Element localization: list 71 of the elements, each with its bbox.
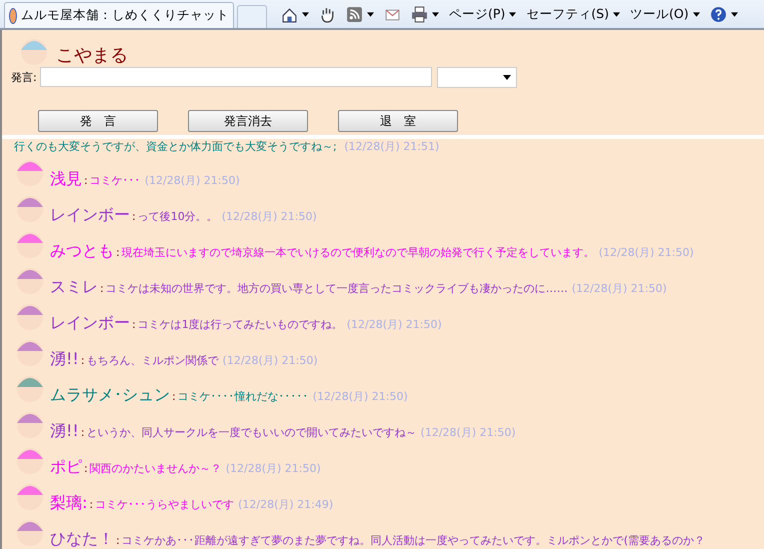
timestamp: (12/28(月) 21:51)	[344, 140, 440, 153]
message-text: コミケは未知の世界です。地方の買い専として一度言ったコミックライブも凄かったのに……	[106, 281, 568, 297]
message-text: コミケ･･･うらやましいです	[95, 497, 234, 513]
caret-icon[interactable]	[367, 12, 374, 16]
timestamp: (12/28(月) 21:50)	[222, 353, 318, 369]
color-dropdown[interactable]	[436, 66, 517, 88]
message-text: コミケ････憧れだな･････	[178, 389, 309, 405]
user-name: ポピ	[50, 457, 82, 477]
home-icon[interactable]	[281, 6, 298, 22]
toolbar-menu[interactable]: ページ(P)	[449, 6, 516, 22]
caret-icon	[509, 12, 516, 16]
timestamp: (12/28(月) 21:50)	[572, 281, 667, 297]
timestamp: (12/28(月) 21:50)	[346, 317, 442, 333]
user-name: ムラサメ･シュン	[50, 385, 170, 405]
user-name: みつとも	[50, 241, 114, 261]
colon-separator: :	[172, 389, 176, 405]
user-name: 梨璃:	[50, 493, 88, 513]
timestamp: (12/28(月) 21:50)	[420, 425, 516, 441]
colon-separator: :	[116, 533, 120, 549]
caret-icon[interactable]	[302, 12, 309, 16]
colon-separator: :	[100, 281, 104, 297]
user-name: 湧!!	[50, 349, 79, 369]
caret-icon[interactable]	[432, 12, 439, 16]
colon-separator: :	[80, 425, 85, 441]
timestamp: (12/28(月) 21:50)	[312, 389, 408, 405]
colon-separator: :	[84, 173, 88, 189]
message-text: もちろん、ミルポン関係で	[86, 353, 219, 369]
timestamp: (12/28(月) 21:49)	[238, 497, 334, 513]
user-name: 浅見	[50, 169, 82, 189]
help-icon[interactable]	[710, 6, 727, 22]
browser-tab[interactable]: ムルモ屋本舗：しめくくりチャット	[4, 2, 234, 28]
user-name: レインボー	[50, 313, 130, 333]
tab-title: ムルモ屋本舗：しめくくりチャット	[21, 7, 229, 24]
chat-button[interactable]: 退 室	[338, 110, 458, 132]
chat-button[interactable]: 発 言	[38, 110, 158, 132]
message-text: コミケ･･･	[90, 173, 141, 189]
timestamp: (12/28(月) 21:50)	[226, 461, 321, 477]
colon-separator: :	[116, 245, 120, 261]
colon-separator: :	[89, 497, 94, 513]
toolbar-menu[interactable]: セーフティ(S)	[526, 6, 620, 22]
rss-icon[interactable]	[346, 6, 363, 22]
chat-button[interactable]: 発言消去	[188, 110, 308, 132]
colon-separator: :	[84, 461, 88, 477]
caret-icon	[502, 74, 511, 80]
message-text: というか、同人サークルを一度でもいいので開いてみたいですね～	[86, 425, 417, 441]
favicon-icon	[9, 8, 17, 24]
user-name: ひなた！	[50, 529, 114, 549]
message-text: 行くのも大変そうですが、資金とか体力面でも大変そうですね～;	[14, 140, 337, 153]
user-name: 湧!!	[50, 421, 79, 441]
timestamp: (12/28(月) 21:50)	[144, 173, 240, 189]
message-text: 関西のかたいませんか～？	[90, 461, 222, 477]
user-name: レインボー	[50, 205, 130, 225]
colon-separator: :	[132, 317, 136, 333]
caret-icon	[692, 12, 700, 16]
message-text: 現在埼玉にいますので埼京線一本でいけるので便利なので早朝の始発で行く予定をしています。	[122, 245, 595, 261]
colon-separator: :	[80, 353, 85, 369]
printer-icon[interactable]	[411, 6, 428, 22]
message-text: コミケは1度は行ってみたいものですね。	[138, 317, 343, 333]
hand-icon[interactable]	[319, 6, 336, 22]
message-text: コミケかあ･･･距離が遠すぎて夢のまた夢ですね。同人活動は一度やってみたいです。ミルポンとかで(需要あるのか？	[122, 533, 706, 549]
caret-icon[interactable]	[730, 12, 738, 16]
timestamp: (12/28(月) 21:50)	[598, 245, 694, 261]
user-name: スミレ	[50, 277, 98, 297]
message-text: って後10分。。	[138, 209, 218, 225]
toolbar-menu[interactable]: ツール(O)	[630, 6, 700, 22]
colon-separator: :	[132, 209, 136, 225]
user-name: こやまる	[56, 46, 128, 66]
message-label: 発言:	[11, 70, 37, 84]
timestamp: (12/28(月) 21:50)	[222, 209, 317, 225]
message-input[interactable]	[40, 67, 432, 87]
caret-icon	[613, 12, 620, 16]
